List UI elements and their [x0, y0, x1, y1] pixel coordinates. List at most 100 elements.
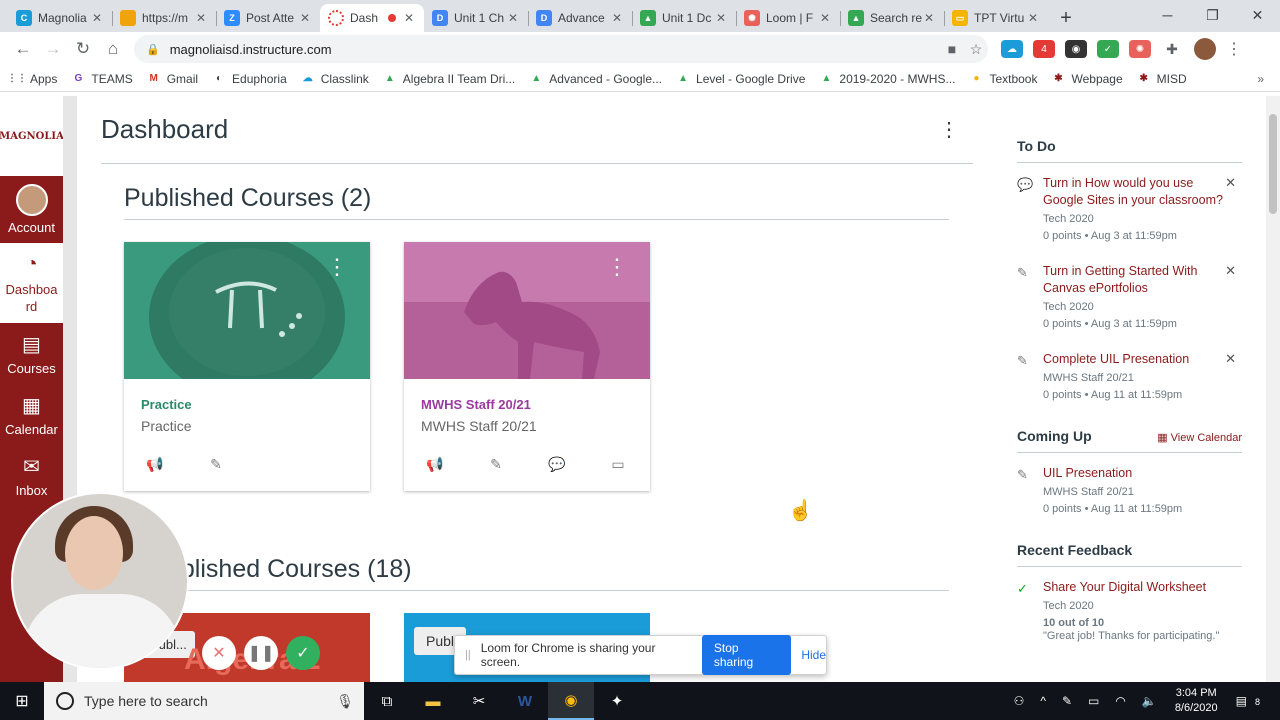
tab-close-icon[interactable]: ✕	[402, 11, 416, 25]
course-code[interactable]: Practice	[141, 397, 370, 412]
bookmark-item[interactable]: ● Textbook	[969, 72, 1037, 86]
discussions-icon[interactable]: 💬	[548, 455, 566, 473]
battery-icon[interactable]: ▭	[1088, 694, 1099, 708]
home-button[interactable]: ⌂	[98, 34, 128, 64]
puzzle-icon[interactable]: ✚	[1161, 40, 1183, 58]
tab-close-icon[interactable]: ✕	[714, 11, 728, 25]
browser-menu-icon[interactable]: ⋮	[1226, 39, 1242, 59]
bookmark-item[interactable]: ✱ Webpage	[1051, 72, 1122, 86]
minimize-button[interactable]: ─	[1145, 0, 1190, 30]
tab-close-icon[interactable]: ✕	[506, 11, 520, 25]
badge-extension-icon[interactable]: 4	[1033, 40, 1055, 58]
bookmarks-overflow-icon[interactable]: »	[1257, 72, 1264, 86]
snipping-app-icon[interactable]: ✂	[456, 682, 502, 720]
dismiss-icon[interactable]: ✕	[1225, 263, 1236, 279]
microphone-icon[interactable]: 🎙	[336, 693, 354, 710]
maximize-button[interactable]: ❐	[1190, 0, 1235, 30]
file-explorer-icon[interactable]: ▬	[410, 682, 456, 720]
loom-extension-icon[interactable]: ◉	[1065, 40, 1087, 58]
page-scrollbar[interactable]	[1266, 96, 1280, 682]
course-code[interactable]: MWHS Staff 20/21	[421, 397, 650, 412]
red-extension-icon[interactable]: ✺	[1129, 40, 1151, 58]
address-bar[interactable]: 🔒 magnoliaisd.instructure.com ■ ☆	[134, 35, 988, 63]
nav-dashboard[interactable]: ◔ Dashboa rd	[0, 243, 63, 323]
card-options-icon[interactable]: ⋮	[326, 256, 348, 278]
tab-close-icon[interactable]: ✕	[90, 11, 104, 25]
classlink-extension-icon[interactable]: ☁	[1001, 40, 1023, 58]
clock[interactable]: 3:04 PM 8/6/2020	[1175, 686, 1218, 716]
wifi-icon[interactable]: ◠	[1115, 694, 1125, 708]
coming-up-link[interactable]: UIL Presenation	[1043, 465, 1224, 482]
bookmark-item[interactable]: ▲ 2019-2020 - MWHS...	[819, 72, 955, 86]
scrollbar-thumb[interactable]	[1269, 114, 1277, 214]
volume-icon[interactable]: 🔈	[1142, 694, 1157, 708]
nav-courses[interactable]: ▤ Courses	[0, 323, 63, 384]
tab-close-icon[interactable]: ✕	[194, 11, 208, 25]
browser-tab[interactable]: Dash ✕	[320, 4, 424, 32]
browser-tab[interactable]: ✺ Loom | F ✕	[736, 4, 840, 32]
todo-link[interactable]: Turn in How would you use Google Sites i…	[1043, 175, 1224, 209]
tab-close-icon[interactable]: ✕	[818, 11, 832, 25]
reload-button[interactable]: ↻	[68, 34, 98, 64]
todo-link[interactable]: Turn in Getting Started With Canvas ePor…	[1043, 263, 1224, 297]
nav-calendar[interactable]: ▦ Calendar	[0, 384, 63, 445]
feedback-link[interactable]: Share Your Digital Worksheet	[1043, 579, 1224, 596]
browser-tab[interactable]: Z Post Atte ✕	[216, 4, 320, 32]
chevron-up-icon[interactable]: ^	[1040, 694, 1046, 708]
tab-close-icon[interactable]: ✕	[610, 11, 624, 25]
stop-sharing-button[interactable]: Stop sharing	[701, 635, 792, 675]
course-card-practice[interactable]: ⋮ Practice Practice 📢 ✎	[124, 242, 370, 491]
profile-avatar[interactable]	[1194, 38, 1216, 60]
dismiss-icon[interactable]: ✕	[1225, 175, 1236, 191]
pen-icon[interactable]: ✎	[1062, 694, 1072, 708]
pause-icon[interactable]: ❚❚	[244, 636, 278, 670]
green-extension-icon[interactable]: ✓	[1097, 40, 1119, 58]
chrome-icon[interactable]: ◉	[548, 682, 594, 720]
word-icon[interactable]: W	[502, 682, 548, 720]
dashboard-options-icon[interactable]: ⋮	[939, 117, 973, 142]
assignments-icon[interactable]: ✎	[487, 455, 505, 473]
browser-tab[interactable]: ▲ Search re ✕	[840, 4, 944, 32]
tab-close-icon[interactable]: ✕	[298, 11, 312, 25]
files-icon[interactable]: ▭	[609, 455, 627, 473]
bookmark-item[interactable]: ✱ MISD	[1137, 72, 1186, 86]
assignments-icon[interactable]: ✎	[207, 455, 225, 473]
bookmark-item[interactable]: M Gmail	[147, 72, 199, 86]
new-tab-button[interactable]: +	[1052, 4, 1080, 32]
browser-tab[interactable]: D Unit 1 Ch ✕	[424, 4, 528, 32]
todo-link[interactable]: Complete UIL Presenation	[1043, 351, 1224, 368]
bookmark-item[interactable]: ▲ Advanced - Google...	[529, 72, 662, 86]
bookmark-item[interactable]: ▲ Level - Google Drive	[676, 72, 805, 86]
webcam-bubble[interactable]	[11, 492, 189, 670]
drag-handle-icon[interactable]: ||	[465, 649, 471, 661]
browser-tab[interactable]: C Magnolia ✕	[8, 4, 112, 32]
card-options-icon[interactable]: ⋮	[606, 256, 628, 278]
star-icon[interactable]: ☆	[964, 41, 988, 58]
bookmark-item[interactable]: ◐ Eduphoria	[212, 72, 287, 86]
course-card-mwhs-staff[interactable]: ⋮ MWHS Staff 20/21 MWHS Staff 20/21 📢 ✎ …	[404, 242, 650, 491]
hide-button[interactable]: Hide	[801, 648, 826, 662]
windows-start-icon[interactable]: ⊞	[0, 682, 44, 720]
tab-close-icon[interactable]: ✕	[1026, 11, 1040, 25]
back-button[interactable]: ←	[8, 34, 38, 64]
taskbar-search[interactable]: Type here to search 🎙	[44, 682, 364, 720]
finish-recording-icon[interactable]: ✓	[286, 636, 320, 670]
browser-tab[interactable]: https://m ✕	[112, 4, 216, 32]
forward-button[interactable]: →	[38, 34, 68, 64]
nav-account[interactable]: Account	[0, 176, 63, 243]
bookmark-item[interactable]: ☁ Classlink	[301, 72, 369, 86]
browser-tab[interactable]: ▭ TPT Virtu ✕	[944, 4, 1048, 32]
app-icon[interactable]: ✦	[594, 682, 640, 720]
view-calendar-link[interactable]: ▦ View Calendar	[1157, 431, 1242, 444]
announcements-icon[interactable]: 📢	[426, 455, 444, 473]
bookmark-item[interactable]: ⋮⋮ Apps	[7, 72, 57, 86]
people-icon[interactable]: ⚇	[1014, 694, 1025, 708]
browser-tab[interactable]: ▲ Unit 1 Dc ✕	[632, 4, 736, 32]
bookmark-item[interactable]: ▲ Algebra II Team Dri...	[383, 72, 515, 86]
camera-icon[interactable]: ■	[940, 41, 964, 57]
task-view-icon[interactable]: ⧉	[364, 682, 410, 720]
notifications-icon[interactable]: ▤ 8	[1236, 694, 1268, 708]
bookmark-item[interactable]: G TEAMS	[71, 72, 132, 86]
course-card-hero[interactable]: ⋮	[124, 242, 370, 379]
cancel-recording-icon[interactable]: ✕	[202, 636, 236, 670]
